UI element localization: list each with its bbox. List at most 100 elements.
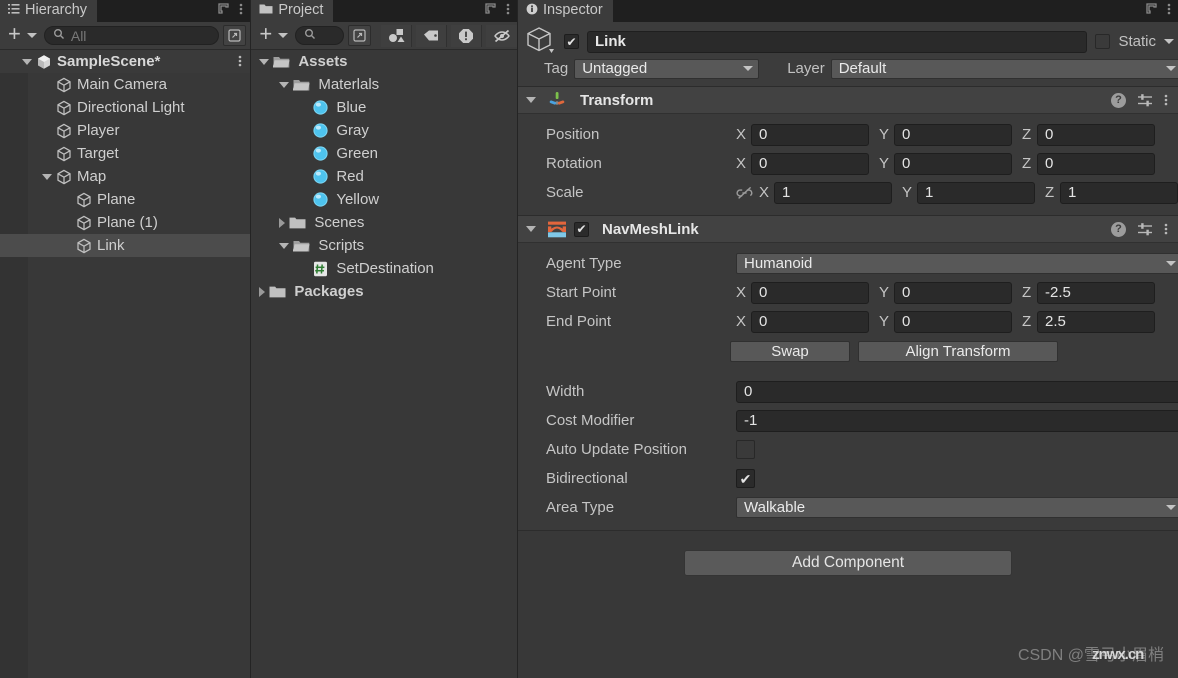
hierarchy-item-link[interactable]: Link <box>0 234 251 257</box>
checkbox-bidirectional[interactable]: ✔ <box>736 469 755 488</box>
project-item-blue[interactable]: Blue <box>251 96 517 119</box>
static-checkbox[interactable] <box>1095 34 1111 49</box>
field-y[interactable]: 1 <box>917 181 1035 204</box>
field-x[interactable]: 0 <box>751 123 869 146</box>
project-menu-kebab-icon[interactable] <box>506 2 510 20</box>
field-y[interactable]: 0 <box>894 310 1012 333</box>
field-x[interactable]: 0 <box>751 152 869 175</box>
hierarchy-item-map[interactable]: Map <box>0 165 250 188</box>
settings-slider-icon[interactable] <box>1137 93 1153 108</box>
field-z[interactable]: -2.5 <box>1037 281 1155 304</box>
material-sphere-icon <box>313 123 328 138</box>
hierarchy-item-plane[interactable]: Plane <box>0 188 250 211</box>
dock-window-icon[interactable] <box>1145 3 1158 19</box>
hierarchy-search-expand-button[interactable] <box>223 25 247 46</box>
field-z[interactable]: 1 <box>1060 181 1178 204</box>
hierarchy-item-directional-light[interactable]: Directional Light <box>0 96 250 119</box>
project-search-input[interactable] <box>295 26 344 45</box>
foldout-open-icon[interactable] <box>42 173 52 180</box>
foldout-open-icon[interactable] <box>22 58 32 65</box>
project-item-assets[interactable]: Assets <box>251 50 517 73</box>
hierarchy-scene-row[interactable]: SampleScene* <box>0 50 251 73</box>
warning-filter-icon[interactable] <box>451 24 482 47</box>
hierarchy-item-label: Player <box>77 122 120 139</box>
project-tree[interactable]: Assets Materlals Blue Gray Green Red Yellow Sce… <box>251 50 517 678</box>
field-x[interactable]: 0 <box>751 310 869 333</box>
foldout-closed-icon[interactable] <box>279 217 286 228</box>
component-foldout-icon[interactable] <box>526 226 536 232</box>
dock-window-icon[interactable] <box>484 3 497 19</box>
swap-button[interactable]: Swap <box>730 341 850 362</box>
foldout-closed-icon[interactable] <box>259 286 266 297</box>
component-context-menu-icon[interactable] <box>1164 222 1168 236</box>
field-x[interactable]: 1 <box>774 181 892 204</box>
project-item-scripts[interactable]: Scripts <box>251 234 517 257</box>
checkbox-auto-update-position[interactable] <box>736 440 755 459</box>
static-dropdown-icon[interactable] <box>1164 39 1174 44</box>
folder-open-icon <box>293 78 310 92</box>
inspector-menu-kebab-icon[interactable] <box>1167 2 1171 20</box>
hierarchy-tree[interactable]: SampleScene* Main Camera Directional Light… <box>0 50 251 678</box>
project-add-dropdown-icon[interactable] <box>278 33 289 38</box>
axis-y-label: Y <box>902 184 913 201</box>
component-enabled-checkbox[interactable]: ✔ <box>574 221 589 237</box>
project-item-red[interactable]: Red <box>251 165 517 188</box>
field-x[interactable]: 0 <box>751 281 869 304</box>
scene-context-menu-icon[interactable] <box>238 54 242 70</box>
hierarchy-item-label: SampleScene* <box>57 53 161 70</box>
hierarchy-add-button[interactable]: + <box>4 23 23 48</box>
foldout-open-icon[interactable] <box>279 242 290 249</box>
add-component-button[interactable]: Add Component <box>684 550 1012 576</box>
help-icon[interactable]: ? <box>1111 92 1126 108</box>
field-cost-modifier[interactable]: -1 <box>736 409 1178 432</box>
component-header-navmeshlink[interactable]: ✔ NavMeshLink? <box>518 216 1178 243</box>
hierarchy-search-input[interactable]: All <box>43 26 220 45</box>
hierarchy-item-main-camera[interactable]: Main Camera <box>0 73 250 96</box>
field-z[interactable]: 0 <box>1037 152 1155 175</box>
help-icon[interactable]: ? <box>1111 221 1126 237</box>
project-item-materlals[interactable]: Materlals <box>251 73 517 96</box>
tab-inspector[interactable]: Inspector <box>518 0 613 22</box>
tab-project[interactable]: Project <box>251 0 334 22</box>
project-search-expand-button[interactable] <box>348 25 371 46</box>
field-y[interactable]: 0 <box>894 123 1012 146</box>
component-header-transform[interactable]: Transform? <box>518 87 1178 114</box>
dropdown-agent-type[interactable]: Humanoid <box>736 253 1178 274</box>
dropdown-area-type[interactable]: Walkable <box>736 497 1178 518</box>
align-transform-button[interactable]: Align Transform <box>858 341 1058 362</box>
dropdown-value: Humanoid <box>744 255 813 272</box>
project-item-setdestination[interactable]: SetDestination <box>251 257 517 280</box>
project-item-yellow[interactable]: Yellow <box>251 188 517 211</box>
project-item-green[interactable]: Green <box>251 142 517 165</box>
field-z[interactable]: 2.5 <box>1037 310 1155 333</box>
field-z[interactable]: 0 <box>1037 123 1155 146</box>
settings-slider-icon[interactable] <box>1137 222 1153 237</box>
tag-dropdown[interactable]: Untagged <box>574 58 760 79</box>
gameobject-enabled-checkbox[interactable]: ✔ <box>564 34 579 49</box>
hierarchy-menu-kebab-icon[interactable] <box>239 2 243 20</box>
hierarchy-item-player[interactable]: Player <box>0 119 250 142</box>
hierarchy-item-target[interactable]: Target <box>0 142 250 165</box>
gameobject-name-input[interactable]: Link <box>587 30 1088 53</box>
component-foldout-icon[interactable] <box>526 97 536 103</box>
project-item-gray[interactable]: Gray <box>251 119 517 142</box>
hierarchy-item-plane-1[interactable]: Plane (1) <box>0 211 250 234</box>
project-item-scenes[interactable]: Scenes <box>251 211 517 234</box>
hierarchy-add-dropdown-icon[interactable] <box>26 33 37 38</box>
field-y[interactable]: 0 <box>894 281 1012 304</box>
tab-hierarchy[interactable]: Hierarchy <box>0 0 98 22</box>
type-filter-icon[interactable] <box>381 24 412 47</box>
field-y[interactable]: 0 <box>894 152 1012 175</box>
scale-link-broken-icon[interactable] <box>736 186 753 200</box>
label-filter-icon[interactable] <box>416 24 447 47</box>
component-context-menu-icon[interactable] <box>1164 93 1168 107</box>
field-width[interactable]: 0 <box>736 380 1178 403</box>
dock-window-icon[interactable] <box>217 3 230 19</box>
project-add-button[interactable]: + <box>255 23 274 48</box>
project-item-packages[interactable]: Packages <box>251 280 517 303</box>
hidden-filter-icon[interactable] <box>486 24 517 47</box>
foldout-open-icon[interactable] <box>259 58 270 65</box>
layer-value: Default <box>838 60 887 77</box>
foldout-open-icon[interactable] <box>279 81 290 88</box>
layer-dropdown[interactable]: Default <box>830 58 1178 79</box>
